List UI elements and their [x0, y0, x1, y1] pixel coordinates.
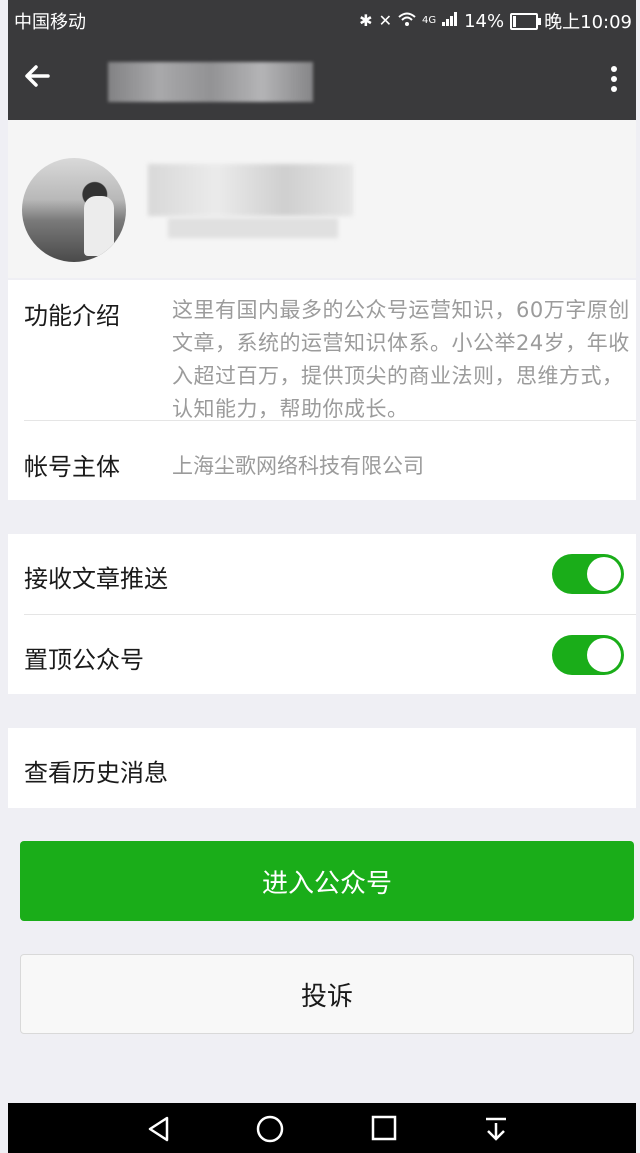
intro-row: 功能介绍 这里有国内最多的公众号运营知识，60万字原创文章，系统的运营知识体系。… — [8, 280, 636, 421]
more-vertical-icon-dot — [611, 76, 617, 82]
toggle-knob — [587, 638, 621, 672]
pin-top-row: 置顶公众号 — [8, 615, 636, 694]
history-row[interactable]: 查看历史消息 — [8, 728, 636, 808]
account-row: 帐号主体 上海尘歌网络科技有限公司 — [8, 421, 636, 500]
pin-top-toggle[interactable] — [552, 635, 624, 675]
avatar-figure — [84, 196, 114, 256]
battery-icon — [510, 12, 542, 30]
app-frame: 中国移动 ✱ ✕ 4G 14% 晚上10:09 功能介绍 这里有国内最多的公众号… — [8, 0, 636, 1153]
intro-label: 功能介绍 — [24, 302, 120, 330]
pin-top-label: 置顶公众号 — [24, 646, 144, 674]
complain-button[interactable]: 投诉 — [20, 954, 634, 1034]
more-vertical-icon-dot — [611, 66, 617, 72]
square-recents-icon — [371, 1115, 397, 1141]
clock: 晚上10:09 — [544, 12, 632, 33]
more-button[interactable] — [604, 62, 624, 102]
history-label: 查看历史消息 — [24, 759, 168, 787]
account-value: 上海尘歌网络科技有限公司 — [172, 454, 424, 478]
signal-icon — [442, 12, 458, 30]
avatar[interactable] — [22, 158, 126, 262]
wifi-icon — [398, 12, 416, 30]
network-type: 4G — [421, 15, 437, 26]
back-button[interactable] — [22, 60, 62, 100]
battery-percent: 14% — [464, 10, 505, 32]
title-bar — [8, 38, 636, 120]
bluetooth-icon: ✱ — [359, 11, 373, 30]
account-name-redacted — [148, 164, 353, 216]
intro-text: 这里有国内最多的公众号运营知识，60万字原创文章，系统的运营知识体系。小公举24… — [172, 298, 630, 421]
nav-back-button[interactable] — [145, 1115, 175, 1143]
nav-home-button[interactable] — [255, 1115, 285, 1143]
receive-push-row: 接收文章推送 — [8, 534, 636, 614]
account-id-redacted — [168, 218, 338, 238]
system-nav-bar — [8, 1103, 636, 1153]
info-card: 功能介绍 这里有国内最多的公众号运营知识，60万字原创文章，系统的运营知识体系。… — [8, 280, 636, 500]
receive-push-toggle[interactable] — [552, 554, 624, 594]
pull-down-icon — [486, 1117, 506, 1141]
enter-account-button[interactable]: 进入公众号 — [20, 841, 634, 921]
more-vertical-icon-dot — [611, 86, 617, 92]
carrier-name: 中国移动 — [14, 12, 86, 33]
toggle-knob — [587, 557, 621, 591]
triangle-back-icon — [148, 1116, 169, 1142]
receive-push-label: 接收文章推送 — [24, 565, 168, 593]
mute-icon: ✕ — [378, 11, 392, 30]
battery-fill — [513, 15, 517, 27]
account-title-redacted — [108, 62, 313, 102]
status-bar: 中国移动 ✱ ✕ 4G 14% 晚上10:09 — [8, 0, 636, 38]
back-arrow-icon — [25, 65, 50, 87]
settings-card: 接收文章推送 置顶公众号 — [8, 534, 636, 694]
profile-header — [8, 120, 636, 278]
circle-home-icon — [256, 1115, 284, 1143]
nav-notifications-button[interactable] — [482, 1115, 512, 1143]
status-icons: ✱ ✕ 4G 14% 晚上10:09 — [359, 8, 632, 34]
account-label: 帐号主体 — [24, 453, 120, 481]
nav-recents-button[interactable] — [370, 1115, 400, 1143]
